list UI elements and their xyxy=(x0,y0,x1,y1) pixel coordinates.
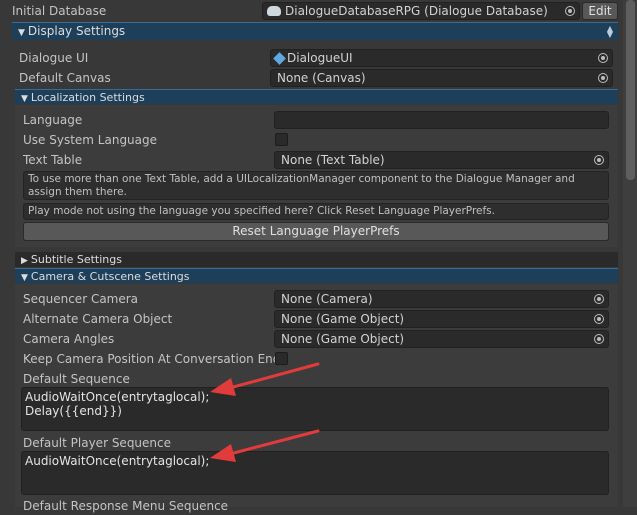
default-sequence-line: Delay({{end}}) xyxy=(25,404,122,418)
default-sequence-line: AudioWaitOnce(entrytaglocal); xyxy=(25,390,210,404)
database-icon xyxy=(267,6,281,16)
camera-settings-title: Camera & Cutscene Settings xyxy=(30,270,190,283)
sequencer-camera-label: Sequencer Camera xyxy=(23,292,139,306)
default-sequence-textarea[interactable]: AudioWaitOnce(entrytaglocal); Delay({{en… xyxy=(21,387,609,431)
initial-database-label: Initial Database xyxy=(12,4,107,18)
keep-camera-position-label: Keep Camera Position At Conversation End xyxy=(23,352,281,366)
dialogue-ui-value: DialogueUI xyxy=(287,51,353,65)
default-canvas-field[interactable]: None (Canvas) xyxy=(270,69,613,87)
prefab-icon xyxy=(273,52,286,65)
subtitle-settings-title: Subtitle Settings xyxy=(30,253,122,266)
camera-settings-header[interactable]: ▼ Camera & Cutscene Settings xyxy=(15,268,618,283)
subtitle-settings-header[interactable]: ▶ Subtitle Settings xyxy=(15,252,618,267)
object-picker-icon[interactable] xyxy=(565,6,575,16)
alternate-camera-label: Alternate Camera Object xyxy=(23,312,173,326)
camera-angles-field[interactable]: None (Game Object) xyxy=(274,330,609,348)
localization-settings-title: Localization Settings xyxy=(30,91,145,104)
sequencer-camera-field[interactable]: None (Camera) xyxy=(274,290,609,308)
text-table-field[interactable]: None (Text Table) xyxy=(274,151,609,169)
object-picker-icon[interactable] xyxy=(594,155,604,165)
text-table-info-box: To use more than one Text Table, add a U… xyxy=(23,171,609,200)
default-player-sequence-textarea[interactable]: AudioWaitOnce(entrytaglocal); xyxy=(21,451,609,495)
sequencer-camera-value: None (Camera) xyxy=(281,292,373,306)
dialogue-ui-field[interactable]: DialogueUI xyxy=(270,49,613,67)
text-table-label: Text Table xyxy=(23,153,83,167)
scrollbar-thumb[interactable] xyxy=(626,0,635,180)
object-picker-icon[interactable] xyxy=(598,53,608,63)
language-input[interactable] xyxy=(274,111,609,129)
foldout-closed-icon: ▶ xyxy=(21,256,28,266)
object-picker-icon[interactable] xyxy=(594,314,604,324)
default-player-sequence-line: AudioWaitOnce(entrytaglocal); xyxy=(25,454,210,468)
default-canvas-label: Default Canvas xyxy=(19,71,111,85)
alternate-camera-value: None (Game Object) xyxy=(281,312,405,326)
keep-camera-position-checkbox[interactable] xyxy=(275,352,288,365)
reset-language-button[interactable]: Reset Language PlayerPrefs xyxy=(23,222,609,241)
vertical-scrollbar[interactable] xyxy=(623,0,637,507)
camera-angles-label: Camera Angles xyxy=(23,332,115,346)
localization-settings-header[interactable]: ▼ Localization Settings xyxy=(15,89,618,104)
default-response-menu-label: Default Response Menu Sequence xyxy=(23,499,229,513)
language-label: Language xyxy=(23,113,83,127)
default-player-sequence-label: Default Player Sequence xyxy=(23,436,172,450)
text-table-value: None (Text Table) xyxy=(281,153,385,167)
language-warning-box: Play mode not using the language you spe… xyxy=(23,203,609,220)
default-canvas-value: None (Canvas) xyxy=(277,71,366,85)
default-sequence-label: Default Sequence xyxy=(23,372,130,386)
object-picker-icon[interactable] xyxy=(594,294,604,304)
dialogue-ui-label: Dialogue UI xyxy=(19,51,89,65)
alternate-camera-field[interactable]: None (Game Object) xyxy=(274,310,609,328)
edit-button[interactable]: Edit xyxy=(582,2,618,20)
use-system-language-label: Use System Language xyxy=(23,133,158,147)
object-picker-icon[interactable] xyxy=(598,73,608,83)
initial-database-field[interactable]: DialogueDatabaseRPG (Dialogue Database) xyxy=(262,2,580,20)
display-settings-header[interactable]: ▼ Display Settings ▲ ▼ xyxy=(12,22,618,40)
foldout-open-icon: ▼ xyxy=(18,28,25,38)
camera-angles-value: None (Game Object) xyxy=(281,332,405,346)
initial-database-value: DialogueDatabaseRPG (Dialogue Database) xyxy=(285,4,548,18)
sort-arrows-icon: ▲ ▼ xyxy=(606,24,613,39)
display-settings-title: Display Settings xyxy=(27,24,126,38)
object-picker-icon[interactable] xyxy=(594,334,604,344)
use-system-language-checkbox[interactable] xyxy=(275,133,288,146)
